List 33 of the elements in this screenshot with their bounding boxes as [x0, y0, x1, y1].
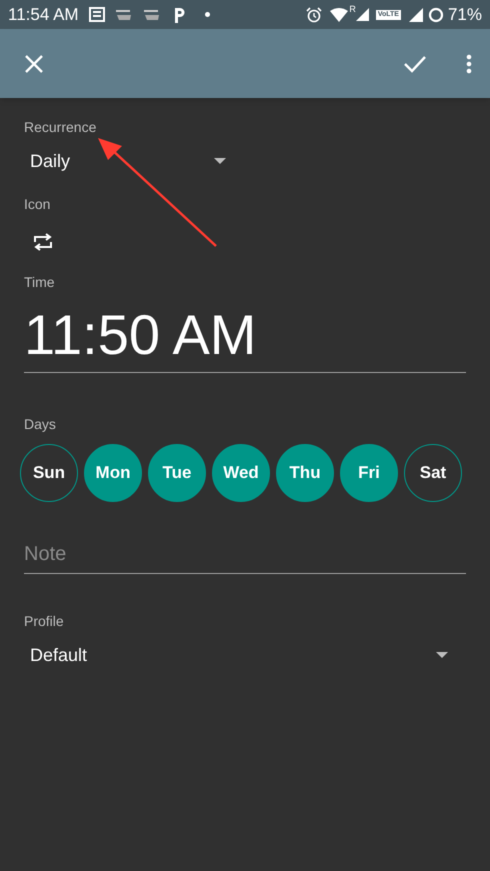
dropdown-arrow-icon	[214, 158, 226, 164]
day-toggle[interactable]: Tue	[148, 444, 206, 502]
recurrence-dropdown[interactable]: Daily	[24, 144, 226, 178]
day-toggle[interactable]: Mon	[84, 444, 142, 502]
profile-dropdown[interactable]: Default	[24, 638, 466, 672]
news-icon	[88, 7, 105, 22]
signal-icon	[408, 8, 423, 22]
field-label: Days	[24, 415, 56, 433]
repeat-icon[interactable]	[32, 231, 54, 253]
dot-icon	[204, 12, 210, 17]
roaming-indicator: R	[349, 3, 356, 16]
more-options-icon[interactable]	[466, 54, 472, 74]
signal-icon	[356, 8, 369, 21]
alarm-icon	[306, 6, 322, 22]
field-label: Time	[24, 273, 55, 291]
day-toggle[interactable]: Sat	[404, 444, 462, 502]
field-label: Profile	[24, 612, 64, 630]
p-logo-icon	[172, 6, 185, 22]
checkmark-icon[interactable]	[404, 54, 426, 72]
battery-ring-icon	[428, 6, 444, 22]
status-time: 11:54 AM	[8, 4, 79, 26]
day-toggle[interactable]: Sun	[20, 444, 78, 502]
battery-percentage: 71%	[448, 4, 482, 26]
dropdown-arrow-icon	[436, 652, 448, 658]
field-label: Icon	[24, 195, 50, 213]
wifi-icon	[330, 8, 348, 22]
field-label: Recurrence	[24, 118, 96, 136]
day-toggle[interactable]: Fri	[340, 444, 398, 502]
note-field[interactable]: Note	[24, 539, 466, 574]
time-field[interactable]: 11:50 AM	[24, 301, 466, 373]
day-toggle[interactable]: Thu	[276, 444, 334, 502]
close-icon[interactable]	[24, 54, 44, 74]
day-toggle[interactable]: Wed	[212, 444, 270, 502]
